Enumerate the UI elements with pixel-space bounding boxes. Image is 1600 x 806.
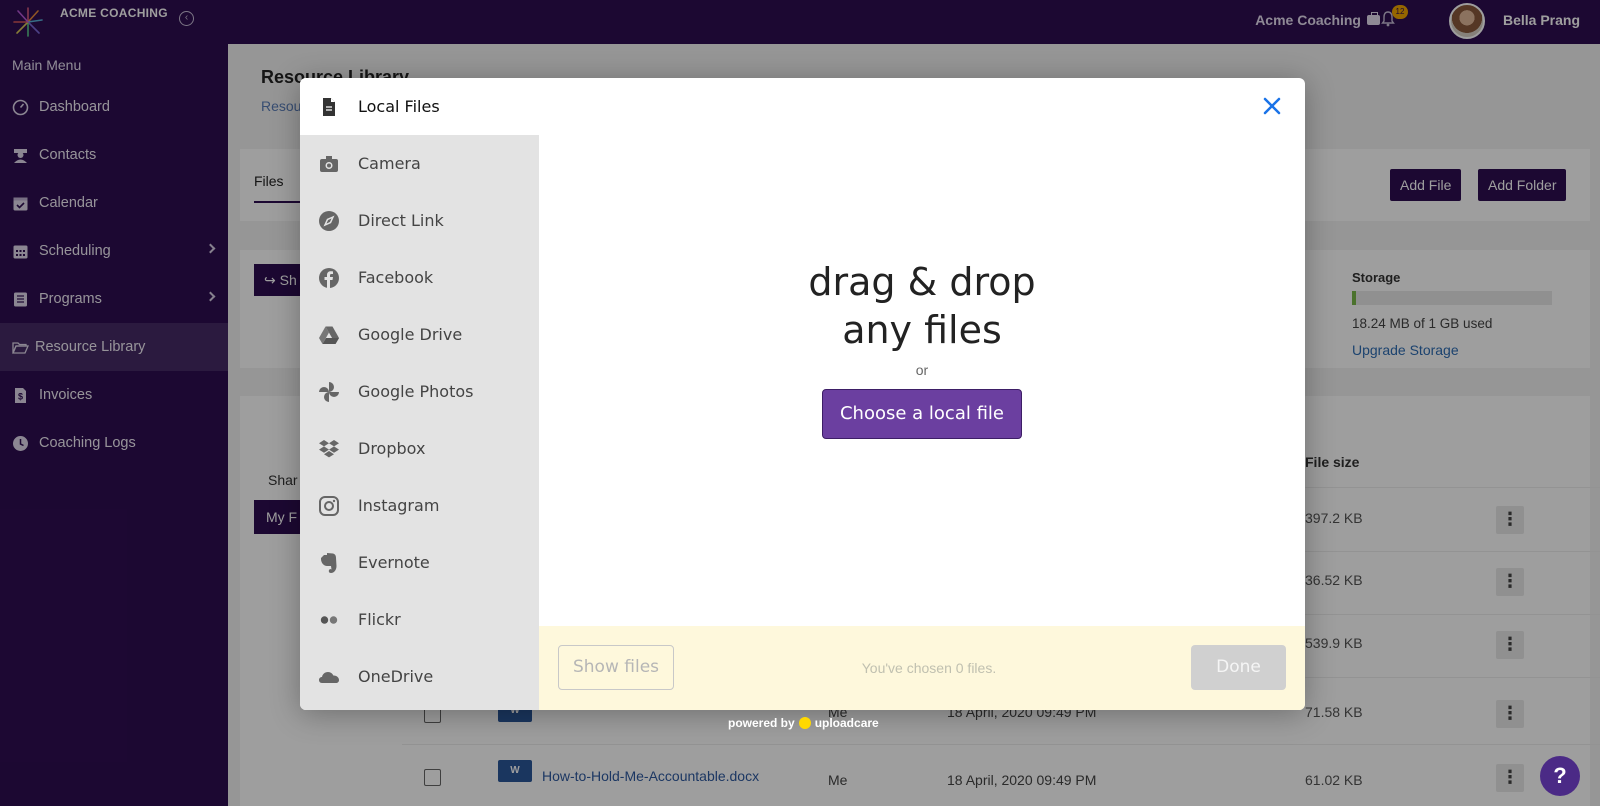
- source-label: Google Drive: [358, 325, 463, 344]
- source-label: Google Photos: [358, 382, 474, 401]
- source-label: Camera: [358, 154, 421, 173]
- source-label: Flickr: [358, 610, 401, 629]
- source-label: Direct Link: [358, 211, 444, 230]
- camera-icon: [320, 155, 338, 172]
- source-local-files[interactable]: Local Files: [300, 78, 539, 135]
- source-evernote[interactable]: Evernote: [300, 534, 539, 591]
- dropbox-icon: [319, 439, 339, 457]
- powered-by-uploadcare[interactable]: powered by uploadcare: [728, 716, 879, 730]
- close-icon[interactable]: [1261, 95, 1283, 117]
- source-camera[interactable]: Camera: [300, 135, 539, 192]
- compass-icon: [319, 210, 339, 231]
- instagram-icon: [319, 495, 339, 516]
- facebook-icon: [319, 267, 339, 288]
- source-label: OneDrive: [358, 667, 434, 686]
- source-direct-link[interactable]: Direct Link: [300, 192, 539, 249]
- source-list: Local Files Camera Direct Link Facebook …: [300, 78, 539, 710]
- source-google-drive[interactable]: Google Drive: [300, 306, 539, 363]
- onedrive-icon: [319, 671, 339, 683]
- google-photos-icon: [319, 381, 339, 402]
- source-label: Dropbox: [358, 439, 426, 458]
- source-onedrive[interactable]: OneDrive: [300, 648, 539, 705]
- drop-title-line2: any files: [842, 308, 1002, 352]
- choose-local-file-button[interactable]: Choose a local file: [822, 389, 1022, 439]
- drop-zone-title[interactable]: drag & drop any files: [539, 258, 1305, 354]
- dialog-footer: Show files You've chosen 0 files. Done: [539, 626, 1305, 710]
- chosen-files-status: You've chosen 0 files.: [861, 660, 997, 676]
- uploadcare-logo-icon: [798, 717, 811, 729]
- or-separator: or: [915, 362, 929, 378]
- source-label: Local Files: [358, 97, 440, 116]
- source-label: Facebook: [358, 268, 434, 287]
- drop-title-line1: drag & drop: [808, 260, 1036, 304]
- upload-dialog: Local Files Camera Direct Link Facebook …: [300, 78, 1305, 710]
- source-label: Evernote: [358, 553, 430, 572]
- source-facebook[interactable]: Facebook: [300, 249, 539, 306]
- source-dropbox[interactable]: Dropbox: [300, 420, 539, 477]
- evernote-icon: [321, 552, 337, 573]
- help-button[interactable]: ?: [1540, 756, 1580, 796]
- google-drive-icon: [319, 326, 339, 344]
- source-flickr[interactable]: Flickr: [300, 591, 539, 648]
- powered-by-text: powered by: [728, 716, 795, 730]
- powered-by-brand: uploadcare: [814, 716, 879, 730]
- file-icon: [323, 97, 335, 116]
- show-files-button[interactable]: Show files: [558, 645, 674, 690]
- source-google-photos[interactable]: Google Photos: [300, 363, 539, 420]
- source-label: Instagram: [358, 496, 440, 515]
- flickr-icon: [320, 615, 338, 624]
- done-button[interactable]: Done: [1191, 645, 1286, 690]
- source-instagram[interactable]: Instagram: [300, 477, 539, 534]
